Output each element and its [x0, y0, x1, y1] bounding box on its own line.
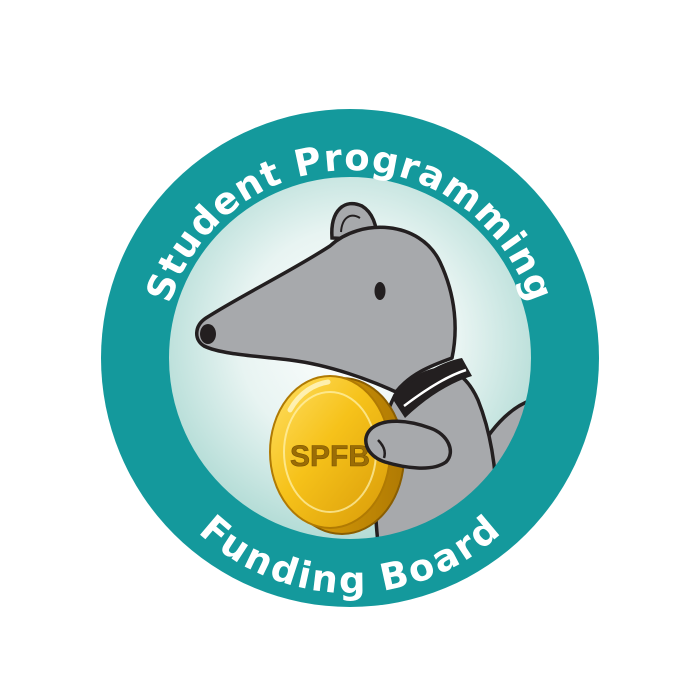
coin-label: SPFB [290, 440, 370, 473]
badge-graphic: SPFB Student Programming Funding Board [101, 109, 599, 607]
badge-logo: SPFB Student Programming Funding Board [0, 0, 700, 700]
